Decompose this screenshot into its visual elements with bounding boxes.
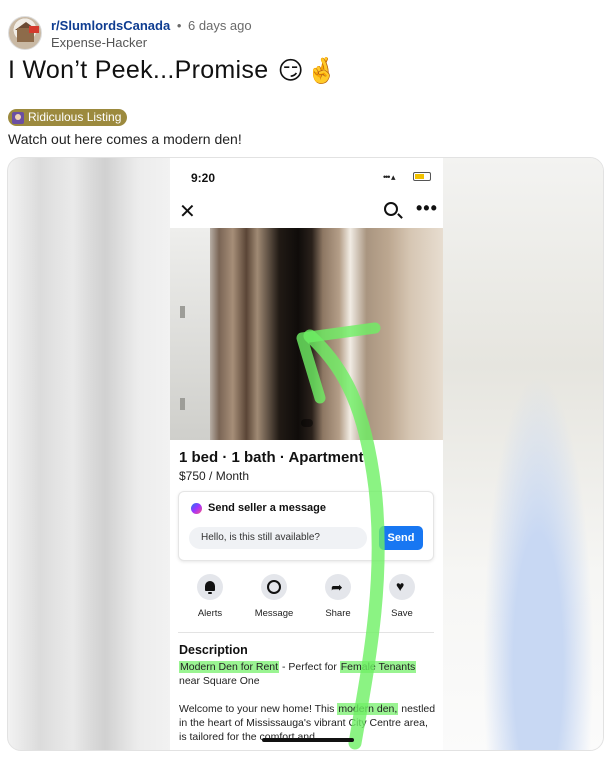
listing-navbar: ✕ •••	[170, 196, 443, 228]
description-fragment: near Square One	[179, 675, 260, 687]
action-label: Share	[325, 608, 351, 619]
message-card-heading: Send seller a message	[191, 502, 326, 514]
search-icon	[384, 202, 398, 216]
highlighted-text: modern den,	[337, 703, 399, 715]
send-button-label: Send	[387, 532, 415, 544]
crossed-fingers-emoji-icon: 🤞	[306, 56, 338, 85]
smirk-emoji-icon: 😏	[277, 57, 305, 86]
door-hinge	[180, 398, 185, 410]
messenger-icon	[267, 580, 281, 594]
home-indicator	[262, 738, 354, 742]
post-body: Watch out here comes a modern den!	[8, 131, 242, 147]
meta-separator: •	[176, 18, 182, 33]
post-meta: r/SlumlordsCanada • 6 days ago	[51, 18, 252, 33]
flair-person-icon	[12, 111, 24, 124]
post-title-text: I Won’t Peek...Promise	[8, 56, 269, 84]
share-icon: ➦	[331, 579, 343, 595]
action-alerts: Alerts	[180, 574, 240, 619]
description-fragment: - Perfect for	[279, 661, 340, 673]
action-label: Alerts	[197, 608, 223, 619]
close-icon: ✕	[179, 201, 196, 223]
subreddit-avatar[interactable]	[8, 16, 42, 50]
post-header: r/SlumlordsCanada • 6 days ago Expense-H…	[8, 14, 600, 52]
flair-label: Ridiculous Listing	[28, 110, 122, 124]
divider	[178, 632, 434, 633]
post-image[interactable]: 9:20 ••• ▴ ✕ ••• 1 bed · 1 bath · Apartm…	[7, 157, 604, 751]
carousel-indicator	[301, 419, 313, 427]
description-fragment: Welcome to your new home! This	[179, 703, 338, 715]
photo-wall	[170, 228, 210, 440]
messenger-icon	[191, 502, 202, 514]
post-title[interactable]: I Won’t Peek...Promise 😏🤞	[8, 56, 337, 86]
listing-title: 1 bed · 1 bath · Apartment	[179, 449, 364, 466]
battery-icon	[413, 172, 431, 181]
highlighted-text: Modern Den for Rent	[179, 661, 280, 673]
listing-actions: Alerts Message ➦ Share ♥ Save	[170, 574, 443, 624]
listing-photo	[170, 228, 443, 440]
description-heading: Description	[179, 643, 248, 657]
post-flair[interactable]: Ridiculous Listing	[8, 109, 128, 126]
door-hinge	[180, 306, 185, 318]
post-time: 6 days ago	[188, 18, 252, 33]
listing-price: $750 / Month	[179, 469, 250, 483]
message-card-heading-text: Send seller a message	[208, 502, 327, 514]
sign-icon	[29, 26, 39, 33]
action-save: ♥ Save	[372, 574, 432, 619]
image-blur-right	[441, 158, 603, 750]
send-button: Send	[379, 526, 423, 550]
bell-icon	[205, 581, 215, 594]
author-link[interactable]: Expense-Hacker	[51, 35, 147, 50]
message-input: Hello, is this still available?	[189, 527, 367, 549]
heart-icon: ♥	[396, 578, 405, 594]
phone-status-bar: 9:20 ••• ▴	[170, 158, 443, 196]
phone-clock: 9:20	[191, 171, 216, 185]
phone-screenshot: 9:20 ••• ▴ ✕ ••• 1 bed · 1 bath · Apartm…	[170, 158, 443, 750]
signal-wifi-icon: ••• ▴	[383, 172, 396, 182]
image-blur-left	[8, 158, 170, 750]
action-share: ➦ Share	[308, 574, 368, 619]
subreddit-link[interactable]: r/SlumlordsCanada	[51, 18, 170, 33]
action-label: Save	[391, 608, 413, 619]
action-label: Message	[254, 608, 294, 619]
highlighted-text: Female Tenants	[339, 661, 417, 673]
more-options-icon: •••	[416, 198, 438, 218]
action-message: Message	[244, 574, 304, 619]
message-seller-card: Send seller a message Hello, is this sti…	[178, 491, 434, 561]
